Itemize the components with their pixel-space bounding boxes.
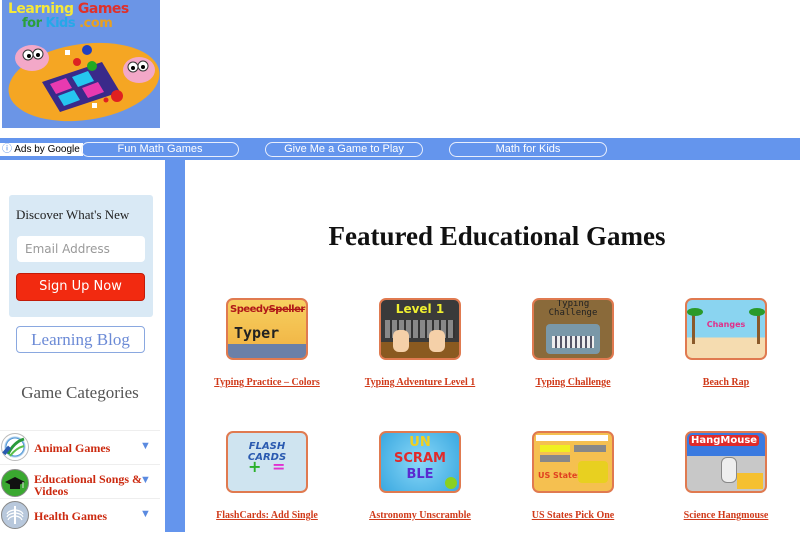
game-thumbnail-beach-rap[interactable]: Changes [685,298,767,360]
layout-gutter [165,160,185,532]
ads-label: Ads by Google [14,144,80,155]
game-link-typing-adventure-level-1[interactable]: Typing Adventure Level 1 [345,377,495,388]
game-thumbnail-us-states[interactable]: US States [532,431,614,493]
expand-arrow-icon[interactable]: ▼ [140,508,151,520]
xray-chest-icon [1,501,29,529]
learning-blog-button[interactable]: Learning Blog [16,326,145,353]
site-logo[interactable]: Learning Games for Kids .com [2,0,160,128]
expand-arrow-icon[interactable]: ▼ [140,474,151,486]
game-link-typing-challenge[interactable]: Typing Challenge [498,377,648,388]
category-label: Animal Games [34,441,111,455]
email-address-input[interactable] [17,236,145,262]
game-thumbnail-flashcards[interactable]: FLASH CARDS + = [226,431,308,493]
game-thumbnail-typing-challenge[interactable]: Typing Challenge [532,298,614,360]
category-label: Educational Songs & Videos [34,472,143,498]
game-card[interactable]: Level 1 Typing Adventure Level 1 [345,298,495,388]
game-link-flashcards-add-single[interactable]: FlashCards: Add Single [192,510,342,521]
game-card[interactable]: Changes Beach Rap [651,298,800,388]
game-link-astronomy-unscramble[interactable]: Astronomy Unscramble [345,510,495,521]
animal-icon [1,433,29,461]
signup-title: Discover What's New [16,207,130,222]
nav-link-math-for-kids[interactable]: Math for Kids [449,142,607,157]
info-icon: ⓘ [2,144,12,155]
game-categories-heading: Game Categories [21,383,139,402]
game-link-us-states-pick-one[interactable]: US States Pick One [498,510,648,521]
game-thumbnail-typing-adventure[interactable]: Level 1 [379,298,461,360]
game-link-beach-rap[interactable]: Beach Rap [651,377,800,388]
game-thumbnail-astronomy-unscramble[interactable]: UN SCRAM BLE [379,431,461,493]
logo-text-line2: for Kids .com [22,16,113,31]
nav-link-fun-math-games[interactable]: Fun Math Games [81,142,239,157]
thumb-title: UN SCRAM BLE [394,435,446,482]
category-label: Health Games [34,509,107,523]
sign-up-now-button[interactable]: Sign Up Now [16,273,145,301]
game-card[interactable]: UN SCRAM BLE Astronomy Unscramble [345,431,495,521]
game-card[interactable]: US States US States Pick One [498,431,648,521]
ads-by-google-badge[interactable]: ⓘ Ads by Google [0,143,83,156]
category-educational-songs-videos[interactable]: Educational Songs & Videos ▼ [0,464,160,498]
game-card[interactable]: Typing Challenge Typing Challenge [498,298,648,388]
game-link-science-hangmouse[interactable]: Science Hangmouse [651,510,800,521]
logo-text-line1: Learning Games [8,1,129,17]
game-card[interactable]: HangMouse Science Hangmouse [651,431,800,521]
featured-games-heading: Featured Educational Games [328,221,666,251]
graduation-cap-icon [1,469,29,497]
thumb-title: Typing Challenge [548,299,598,318]
game-thumbnail-hangmouse[interactable]: HangMouse [685,431,767,493]
game-thumbnail-speedy-speller[interactable]: SpeedySpeller Typer [226,298,308,360]
expand-arrow-icon[interactable]: ▼ [140,440,151,452]
game-link-typing-practice-colors[interactable]: Typing Practice – Colors [192,377,342,388]
nav-link-give-me-a-game[interactable]: Give Me a Game to Play [265,142,423,157]
category-animal-games[interactable]: Animal Games ▼ [0,430,160,464]
game-card[interactable]: FLASH CARDS + = FlashCards: Add Single [192,431,342,521]
category-health-games[interactable]: Health Games ▼ [0,498,160,532]
game-card[interactable]: SpeedySpeller Typer Typing Practice – Co… [192,298,342,388]
